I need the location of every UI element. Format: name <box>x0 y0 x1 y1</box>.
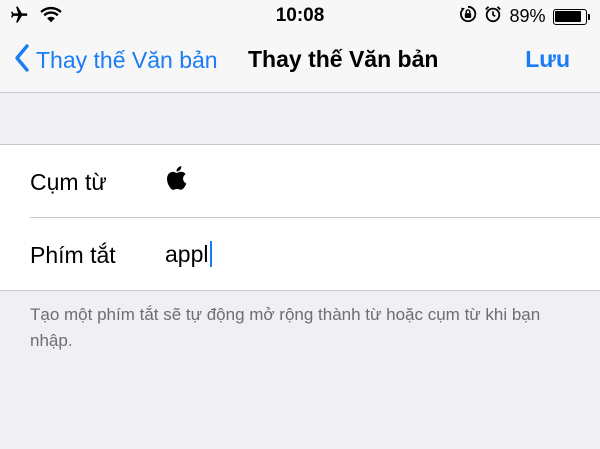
phrase-label: Cụm từ <box>30 169 107 195</box>
back-button[interactable]: Thay thế Văn bản <box>14 44 218 77</box>
alarm-icon <box>484 5 502 28</box>
save-button[interactable]: Lưu <box>525 46 570 73</box>
chevron-left-icon <box>14 44 30 77</box>
battery-tip <box>587 13 590 20</box>
shortcut-input-value: appl <box>165 240 209 267</box>
battery-icon <box>552 8 587 25</box>
orientation-lock-icon <box>459 5 477 28</box>
shortcut-row: Phím tắt appl <box>0 218 600 291</box>
apple-logo-icon <box>165 165 187 197</box>
footer-note: Tạo một phím tắt sẽ tự động mở rộng thàn… <box>30 305 541 350</box>
battery-percent: 89% <box>509 6 546 26</box>
status-right: 89% <box>459 5 590 28</box>
page-title: Thay thế Văn bản <box>248 46 439 72</box>
shortcut-label: Phím tắt <box>30 242 116 268</box>
phrase-field[interactable] <box>165 165 187 197</box>
back-button-label: Thay thế Văn bản <box>36 47 218 73</box>
status-bar: 10:08 89% <box>0 0 600 30</box>
navigation-bar: Thay thế Văn bản Thay thế Văn bản Lưu <box>0 30 600 93</box>
phrase-row: Cụm từ <box>0 145 600 218</box>
shortcut-input[interactable]: appl <box>165 238 213 270</box>
battery-level <box>555 11 581 22</box>
text-replacement-form: Cụm từ Phím tắt appl <box>0 144 600 291</box>
text-cursor <box>210 241 213 267</box>
